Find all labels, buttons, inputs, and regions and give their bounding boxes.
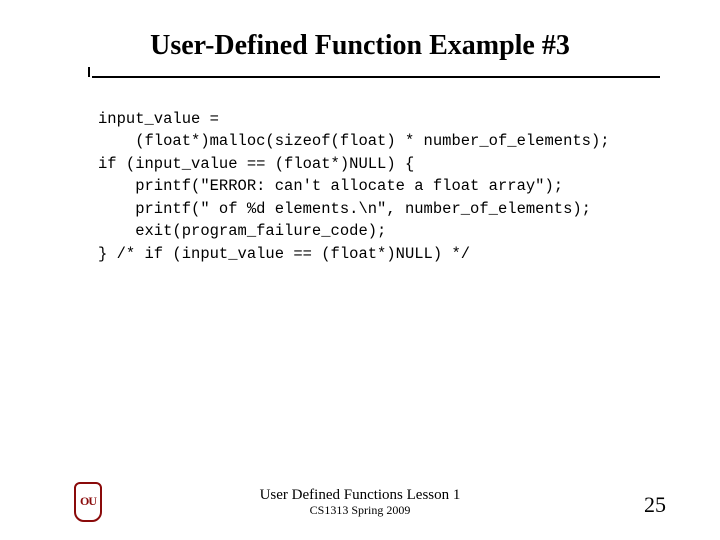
footer: User Defined Functions Lesson 1 CS1313 S…: [0, 487, 720, 518]
code-line: printf(" of %d elements.\n", number_of_e…: [98, 200, 591, 218]
code-line: (float*)malloc(sizeof(float) * number_of…: [98, 132, 610, 150]
code-line: input_value =: [98, 110, 219, 128]
footer-lesson: User Defined Functions Lesson 1: [0, 487, 720, 504]
code-line: if (input_value == (float*)NULL) {: [98, 155, 414, 173]
title-wrap: User-Defined Function Example #3: [0, 30, 720, 62]
footer-course: CS1313 Spring 2009: [0, 504, 720, 518]
code-block: input_value = (float*)malloc(sizeof(floa…: [98, 108, 680, 265]
title-rule: [92, 76, 660, 78]
slide: User-Defined Function Example #3 input_v…: [0, 0, 720, 540]
code-line: exit(program_failure_code);: [98, 222, 386, 240]
code-line: printf("ERROR: can't allocate a float ar…: [98, 177, 563, 195]
slide-title: User-Defined Function Example #3: [150, 30, 570, 62]
code-line: } /* if (input_value == (float*)NULL) */: [98, 245, 470, 263]
page-number: 25: [644, 492, 666, 518]
